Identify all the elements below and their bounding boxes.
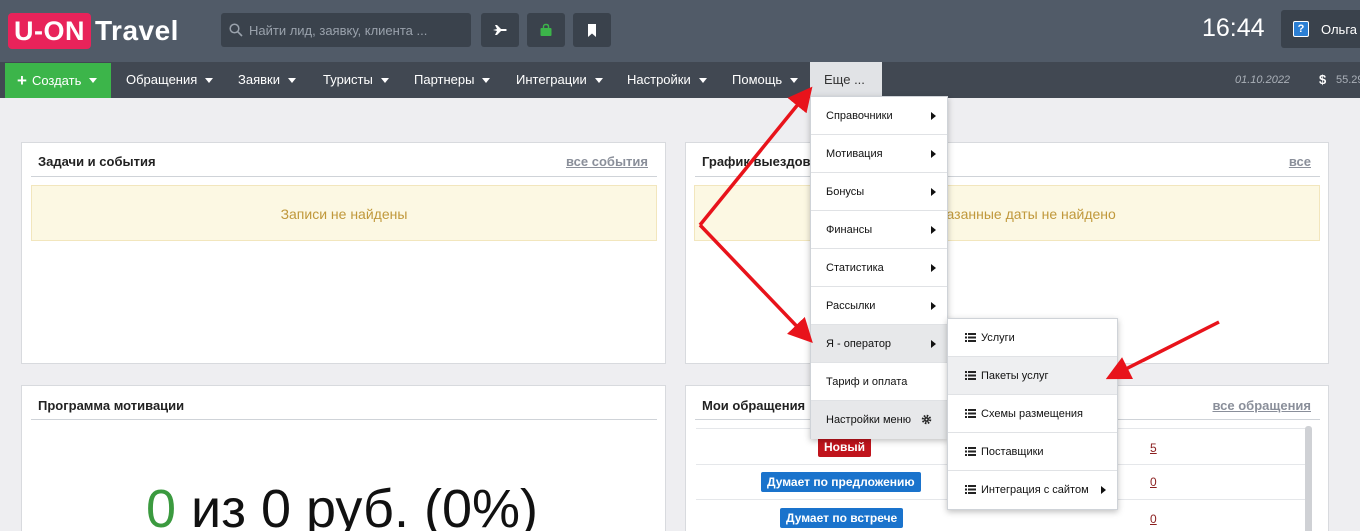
search-icon: [229, 23, 243, 37]
gear-icon: [921, 414, 932, 425]
panel-title: Программа мотивации: [38, 398, 185, 413]
empty-notice: Записи не найдены: [31, 185, 657, 241]
main-nav: + Создать Обращения Заявки Туристы Партн…: [0, 62, 1360, 98]
create-button[interactable]: + Создать: [5, 63, 111, 98]
all-schedule-link[interactable]: все: [1289, 154, 1311, 169]
nav-item-settings[interactable]: Настройки: [627, 62, 707, 98]
motivation-panel: Программа мотивации 0 из 0 руб. (0%): [21, 385, 666, 531]
list-icon: [965, 485, 976, 494]
chevron-right-icon: [931, 150, 936, 158]
menu-item-statistics[interactable]: Статистика: [811, 249, 947, 287]
chevron-right-icon: [1101, 486, 1106, 494]
submenu-item-site-integration[interactable]: Интеграция с сайтом: [948, 471, 1117, 509]
currency-rate: 55.29: [1336, 74, 1360, 86]
list-icon: [965, 371, 976, 380]
submenu-item-accommodation[interactable]: Схемы размещения: [948, 395, 1117, 433]
search-box[interactable]: [221, 13, 471, 47]
submenu-item-suppliers[interactable]: Поставщики: [948, 433, 1117, 471]
list-icon: [965, 409, 976, 418]
logo-box: U-ON: [8, 13, 91, 49]
plane-icon: [493, 25, 507, 35]
request-count[interactable]: 0: [1150, 475, 1157, 489]
chevron-down-icon: [482, 78, 491, 84]
menu-item-mailings[interactable]: Рассылки: [811, 287, 947, 325]
nav-item-tourists[interactable]: Туристы: [323, 62, 389, 98]
nav-item-requests[interactable]: Обращения: [126, 62, 214, 98]
menu-item-motivation[interactable]: Мотивация: [811, 135, 947, 173]
current-date: 01.10.2022: [1235, 74, 1291, 86]
menu-item-operator[interactable]: Я - оператор: [811, 325, 947, 363]
chevron-down-icon: [205, 78, 214, 84]
plane-button[interactable]: [481, 13, 519, 47]
panel-title: Мои обращения: [702, 398, 806, 413]
chevron-down-icon: [790, 78, 799, 84]
status-badge: Думает по встрече: [780, 508, 904, 528]
motivation-text: из 0 руб. (0%): [176, 479, 538, 531]
panel-title: График выездов: [702, 154, 811, 169]
logo[interactable]: U-ON Travel: [8, 12, 179, 50]
help-icon[interactable]: ?: [1293, 21, 1309, 37]
scrollbar[interactable]: [1305, 426, 1312, 531]
chevron-right-icon: [931, 302, 936, 310]
logo-text: Travel: [95, 15, 179, 46]
chevron-right-icon: [931, 112, 936, 120]
status-badge: Думает по предложению: [761, 472, 921, 492]
chevron-right-icon: [931, 226, 936, 234]
request-count[interactable]: 0: [1150, 512, 1157, 526]
user-menu[interactable]: ? Ольга: [1281, 10, 1360, 48]
bag-button[interactable]: [527, 13, 565, 47]
motivation-value: 0: [146, 479, 177, 531]
list-icon: [965, 333, 976, 342]
create-label: Создать: [31, 73, 82, 88]
nav-item-help[interactable]: Помощь: [732, 62, 799, 98]
plus-icon: +: [17, 70, 27, 90]
divider: [695, 176, 1320, 177]
more-dropdown: Справочники Мотивация Бонусы Финансы Ста…: [810, 96, 948, 439]
clock: 16:44: [1202, 14, 1265, 42]
chevron-down-icon: [287, 78, 296, 84]
empty-notice: ... на указанные даты не найдено: [694, 185, 1320, 241]
menu-item-bonuses[interactable]: Бонусы: [811, 173, 947, 211]
operator-submenu: Услуги Пакеты услуг Схемы размещения Пос…: [947, 318, 1118, 510]
user-name: Ольга: [1321, 21, 1358, 37]
chevron-down-icon: [698, 78, 707, 84]
all-events-link[interactable]: все события: [566, 154, 648, 169]
chevron-right-icon: [931, 188, 936, 196]
menu-item-finance[interactable]: Финансы: [811, 211, 947, 249]
tasks-panel: Задачи и события все события Записи не н…: [21, 142, 666, 364]
divider: [31, 176, 657, 177]
submenu-item-services[interactable]: Услуги: [948, 319, 1117, 357]
menu-item-references[interactable]: Справочники: [811, 97, 947, 135]
list-icon: [965, 447, 976, 456]
menu-item-menu-settings[interactable]: Настройки меню: [811, 401, 947, 439]
chevron-down-icon: [89, 78, 98, 83]
search-input[interactable]: [249, 22, 464, 38]
nav-item-more[interactable]: Еще ...: [810, 62, 882, 98]
bookmark-icon: [588, 23, 596, 37]
bookmark-button[interactable]: [573, 13, 611, 47]
chevron-right-icon: [931, 264, 936, 272]
motivation-progress: 0 из 0 руб. (0%): [146, 478, 538, 531]
bag-icon: [540, 23, 552, 36]
all-requests-link[interactable]: все обращения: [1212, 398, 1311, 413]
chevron-right-icon: [931, 340, 936, 348]
divider: [31, 419, 657, 420]
panel-title: Задачи и события: [38, 154, 156, 169]
submenu-item-service-packages[interactable]: Пакеты услуг: [948, 357, 1117, 395]
top-bar: U-ON Travel 16:44 ? Ольга: [0, 0, 1360, 62]
request-count[interactable]: 5: [1150, 441, 1157, 455]
chevron-down-icon: [594, 78, 603, 84]
chevron-down-icon: [380, 78, 389, 84]
nav-item-partners[interactable]: Партнеры: [414, 62, 491, 98]
nav-item-orders[interactable]: Заявки: [238, 62, 296, 98]
menu-item-tariff[interactable]: Тариф и оплата: [811, 363, 947, 401]
currency-symbol: $: [1319, 72, 1327, 87]
status-badge: Новый: [818, 437, 871, 457]
nav-item-integrations[interactable]: Интеграции: [516, 62, 603, 98]
